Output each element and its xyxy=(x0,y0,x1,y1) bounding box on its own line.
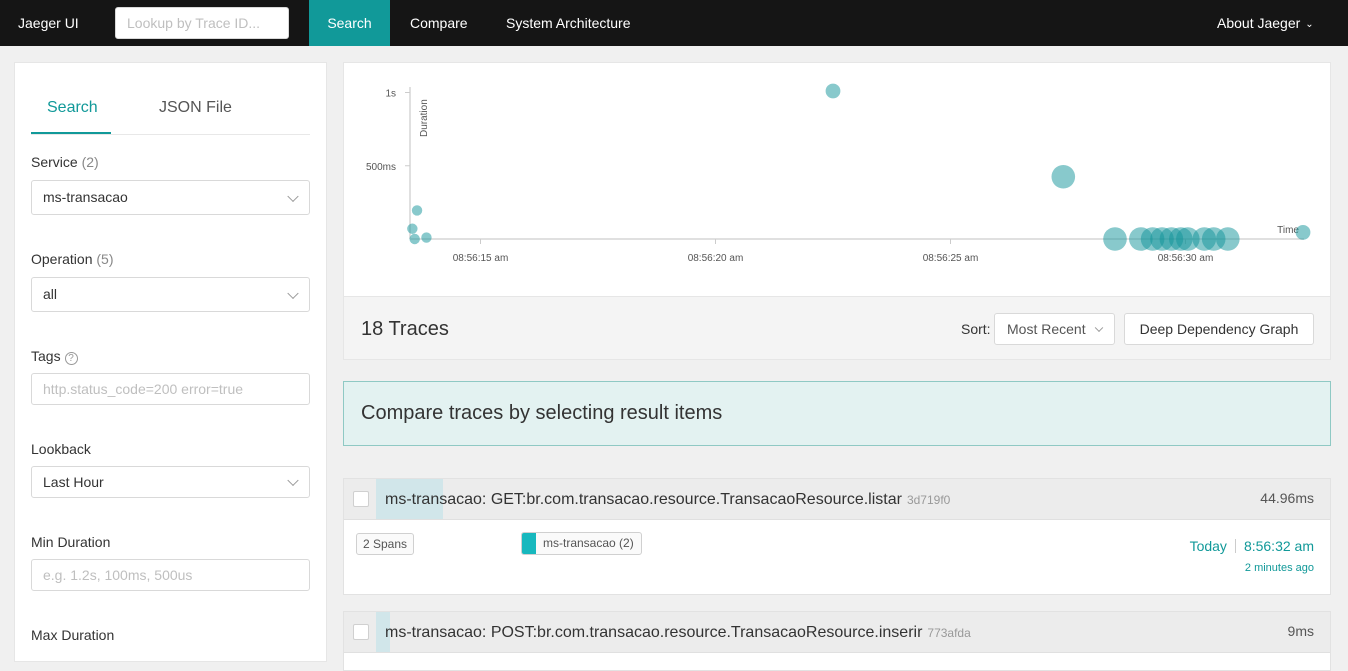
operation-select-value: all xyxy=(43,286,58,302)
trace-start-time: Today 8:56:32 am xyxy=(1190,538,1314,554)
service-label: Service (2) xyxy=(31,154,99,170)
trace-id: 773afda xyxy=(927,626,971,640)
x-tick-label: 08:56:15 am xyxy=(453,253,509,264)
nav-search[interactable]: Search xyxy=(309,0,390,46)
results-header: 18 Traces Sort: Most Recent Deep Depende… xyxy=(344,296,1330,359)
lookback-select[interactable]: Last Hour xyxy=(31,466,310,498)
lookback-select-value: Last Hour xyxy=(43,474,104,490)
search-form-panel: Search JSON File Service (2) ms-transaca… xyxy=(14,62,327,662)
trace-result-item[interactable]: ms-transacao: GET:br.com.transacao.resou… xyxy=(343,478,1331,595)
trace-relative-time: 2 minutes ago xyxy=(1244,562,1314,574)
nav-compare[interactable]: Compare xyxy=(410,0,468,46)
service-select[interactable]: ms-transacao xyxy=(31,180,310,215)
tab-json-file[interactable]: JSON File xyxy=(159,99,232,117)
chevron-down-icon xyxy=(287,190,299,202)
y-axis-label: Duration xyxy=(419,99,430,137)
sort-select[interactable]: Most Recent xyxy=(994,313,1115,345)
trace-point xyxy=(1051,164,1076,189)
help-icon[interactable]: ? xyxy=(64,352,78,365)
tags-label-text: Tags xyxy=(31,348,61,364)
trace-point xyxy=(421,232,432,243)
trace-result-item[interactable]: ms-transacao: POST:br.com.transacao.reso… xyxy=(343,611,1331,671)
nav-about-menu[interactable]: About Jaeger ⌄ xyxy=(1217,0,1314,46)
trace-point xyxy=(825,83,841,99)
y-tick-label: 500ms xyxy=(366,162,396,173)
trace-select-checkbox[interactable] xyxy=(353,624,369,640)
active-tab-indicator xyxy=(31,132,111,134)
scatter-plot-panel: 1s 500ms Duration 08:56:15 am 08:56:20 am 08:… xyxy=(343,62,1331,360)
trace-body: 2 Spans ms-transacao (2) Today 8:56:32 am… xyxy=(344,520,1330,594)
min-duration-input[interactable] xyxy=(31,559,310,591)
trace-id-lookup-input[interactable] xyxy=(115,7,289,39)
chevron-down-icon xyxy=(287,287,299,299)
tab-search[interactable]: Search xyxy=(47,99,98,117)
service-select-value: ms-transacao xyxy=(43,189,128,205)
trace-header[interactable]: ms-transacao: POST:br.com.transacao.reso… xyxy=(344,612,1330,653)
trace-duration: 44.96ms xyxy=(1260,490,1314,506)
service-tag: ms-transacao (2) xyxy=(521,532,642,555)
service-tag-label: ms-transacao (2) xyxy=(543,536,634,550)
trace-point xyxy=(411,205,423,216)
trace-duration: 9ms xyxy=(1287,623,1314,639)
operation-count: (5) xyxy=(96,251,114,267)
trace-point xyxy=(409,233,420,245)
operation-select[interactable]: all xyxy=(31,277,310,312)
results-count: 18 Traces xyxy=(361,318,449,340)
max-duration-label: Max Duration xyxy=(31,627,115,643)
tags-input[interactable] xyxy=(31,373,310,405)
service-label-text: Service xyxy=(31,154,78,170)
trace-select-checkbox[interactable] xyxy=(353,491,369,507)
operation-label-text: Operation xyxy=(31,251,93,267)
service-count: (2) xyxy=(81,154,99,170)
divider xyxy=(1234,539,1236,553)
trace-id: 3d719f0 xyxy=(906,493,951,507)
trace-point xyxy=(1216,227,1240,251)
trace-header[interactable]: ms-transacao: GET:br.com.transacao.resou… xyxy=(344,479,1330,520)
service-color-swatch xyxy=(522,533,536,554)
y-tick-label: 1s xyxy=(385,89,396,100)
trace-time: 8:56:32 am xyxy=(1243,538,1314,554)
trace-title[interactable]: ms-transacao: POST:br.com.transacao.reso… xyxy=(385,624,971,642)
compare-banner: Compare traces by selecting result items xyxy=(343,381,1331,446)
search-tabs: Search JSON File xyxy=(31,63,310,135)
trace-point xyxy=(1295,225,1311,240)
deep-dependency-graph-button[interactable]: Deep Dependency Graph xyxy=(1124,313,1314,345)
tags-label: Tags? xyxy=(31,348,78,365)
lookback-label: Lookback xyxy=(31,441,91,457)
sort-select-value: Most Recent xyxy=(1007,321,1086,337)
trace-date: Today xyxy=(1189,538,1227,554)
chevron-down-icon xyxy=(1094,323,1104,333)
nav-system-architecture[interactable]: System Architecture xyxy=(506,0,631,46)
brand-link[interactable]: Jaeger UI xyxy=(18,15,79,31)
x-tick-label: 08:56:25 am xyxy=(923,253,979,264)
chevron-down-icon xyxy=(287,474,299,487)
top-nav: Jaeger UI Search Compare System Architec… xyxy=(0,0,1348,46)
span-count-badge: 2 Spans xyxy=(356,533,415,555)
trace-title-text: ms-transacao: GET:br.com.transacao.resou… xyxy=(385,491,902,508)
x-tick-label: 08:56:20 am xyxy=(688,253,744,264)
trace-title[interactable]: ms-transacao: GET:br.com.transacao.resou… xyxy=(385,491,950,509)
trace-point xyxy=(1103,227,1127,251)
chevron-down-icon: ⌄ xyxy=(1305,19,1314,30)
x-tick-label: 08:56:30 am xyxy=(1158,253,1214,264)
sort-label: Sort: xyxy=(961,321,991,337)
trace-scatter-plot[interactable]: 1s 500ms Duration 08:56:15 am 08:56:20 am 08:… xyxy=(344,63,1330,296)
trace-point xyxy=(407,223,418,234)
nav-about-label: About Jaeger xyxy=(1217,15,1301,31)
min-duration-label: Min Duration xyxy=(31,534,111,550)
trace-title-text: ms-transacao: POST:br.com.transacao.reso… xyxy=(385,624,923,641)
operation-label: Operation (5) xyxy=(31,251,114,267)
